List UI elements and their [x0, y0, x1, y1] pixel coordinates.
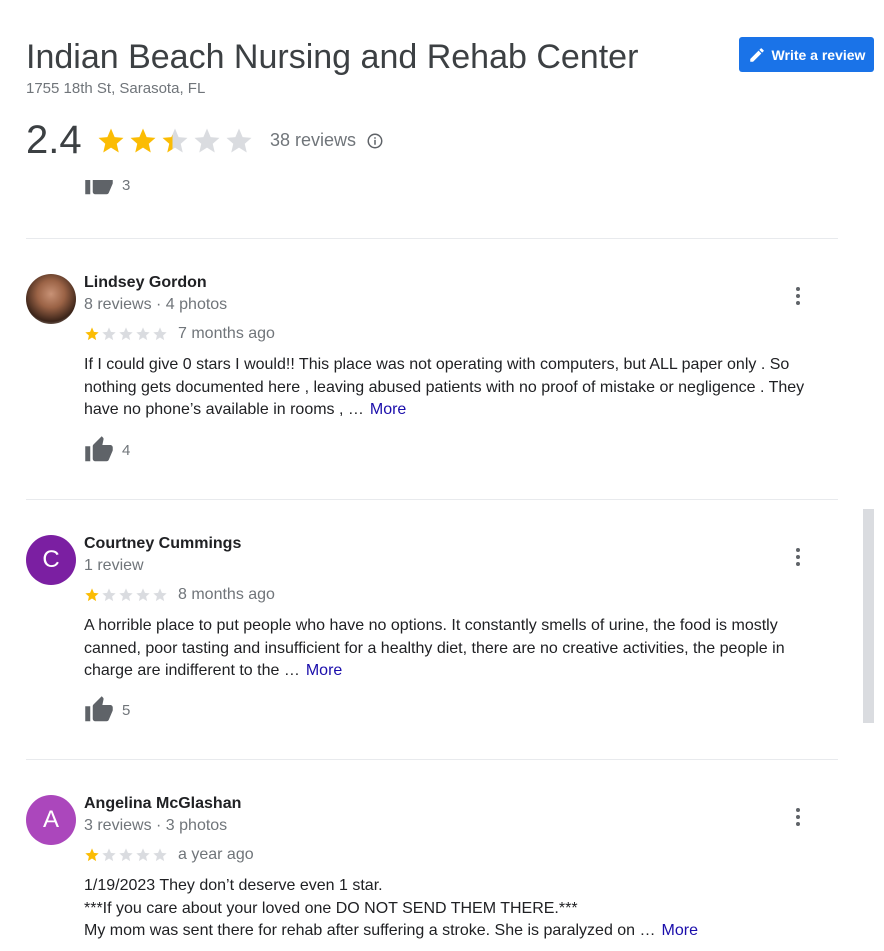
review-text: A horrible place to put people who have …	[84, 615, 824, 683]
divider	[26, 238, 838, 239]
star-icon	[102, 848, 116, 862]
star-icon	[136, 848, 150, 862]
thumbs-up-icon[interactable]	[84, 695, 114, 725]
star-icon	[119, 327, 133, 341]
avatar[interactable]	[26, 274, 76, 324]
star-icon	[102, 588, 116, 602]
star-icon	[153, 327, 167, 341]
reviewer-name[interactable]: Angelina McGlashan	[84, 795, 241, 813]
place-address: 1755 18th St, Sarasota, FL	[26, 80, 206, 97]
reviewer-meta: 1 review	[84, 557, 144, 574]
like-count: 5	[122, 701, 131, 719]
star-icon	[119, 588, 133, 602]
star-icon	[153, 848, 167, 862]
avatar[interactable]: A	[26, 795, 76, 845]
write-review-label: Write a review	[771, 46, 866, 63]
review-line: 1/19/2023 They don’t deserve even 1 star…	[84, 877, 383, 894]
place-title: Indian Beach Nursing and Rehab Center	[26, 38, 639, 76]
star-icon	[136, 327, 150, 341]
review-body: If I could give 0 stars I would!! This p…	[84, 356, 805, 418]
review-date: a year ago	[178, 846, 254, 863]
review-text: 1/19/2023 They don’t deserve even 1 star…	[84, 875, 824, 943]
star-icon	[136, 588, 150, 602]
star-icon	[226, 128, 252, 152]
review-line: ***If you care about your loved one DO N…	[84, 899, 578, 917]
review-likes: 4	[84, 435, 130, 465]
more-vert-icon[interactable]	[786, 284, 810, 308]
star-icon	[102, 327, 116, 341]
star-icon	[130, 128, 156, 152]
pencil-icon	[749, 47, 764, 62]
info-icon[interactable]	[366, 132, 384, 150]
more-vert-icon[interactable]	[786, 545, 810, 569]
rating-stars	[96, 126, 254, 156]
divider	[26, 759, 838, 760]
more-link[interactable]: More	[370, 401, 406, 418]
thumbs-up-icon[interactable]	[84, 180, 114, 198]
rating-value: 2.4	[26, 118, 82, 162]
review-rating: 7 months ago	[84, 325, 275, 343]
place-header: Indian Beach Nursing and Rehab Center 17…	[0, 0, 884, 180]
reviewer-meta: 3 reviews · 3 photos	[84, 817, 228, 834]
avatar[interactable]: C	[26, 535, 76, 585]
thumbs-up-icon[interactable]	[84, 435, 114, 465]
like-count: 4	[122, 441, 131, 459]
more-vert-icon[interactable]	[786, 805, 810, 829]
star-icon	[153, 588, 167, 602]
more-link[interactable]: More	[306, 662, 342, 679]
more-link[interactable]: More	[662, 922, 698, 939]
review-body: A horrible place to put people who have …	[84, 617, 785, 679]
review-line: My mom was sent there for rehab after su…	[84, 922, 656, 939]
star-icon	[85, 327, 99, 341]
reviewer-name[interactable]: Courtney Cummings	[84, 535, 241, 553]
star-icon	[98, 128, 124, 152]
review-rating: a year ago	[84, 846, 254, 864]
review-text: If I could give 0 stars I would!! This p…	[84, 354, 824, 422]
review-line-with-more: My mom was sent there for rehab after su…	[84, 920, 824, 943]
reviewer-meta: 8 reviews · 4 photos	[84, 296, 228, 313]
review-date: 7 months ago	[178, 325, 275, 342]
rating-summary: 2.4 38 reviews	[26, 118, 384, 163]
review-stars	[84, 587, 168, 603]
divider	[26, 499, 838, 500]
like-count: 3	[122, 180, 131, 194]
review-stars	[84, 847, 168, 863]
scrollbar-thumb[interactable]	[863, 509, 874, 723]
review-stars	[84, 326, 168, 342]
star-icon	[85, 848, 99, 862]
star-icon	[85, 588, 99, 602]
review-count: 38 reviews	[270, 130, 357, 150]
reviewer-name[interactable]: Lindsey Gordon	[84, 274, 207, 292]
star-icon	[194, 128, 220, 152]
previous-review-likes: 3	[84, 180, 144, 200]
write-review-button[interactable]: Write a review	[739, 37, 874, 72]
review-rating: 8 months ago	[84, 586, 275, 604]
star-icon	[119, 848, 133, 862]
review-date: 8 months ago	[178, 586, 275, 603]
review-likes: 5	[84, 695, 130, 725]
star-icon	[162, 128, 188, 152]
